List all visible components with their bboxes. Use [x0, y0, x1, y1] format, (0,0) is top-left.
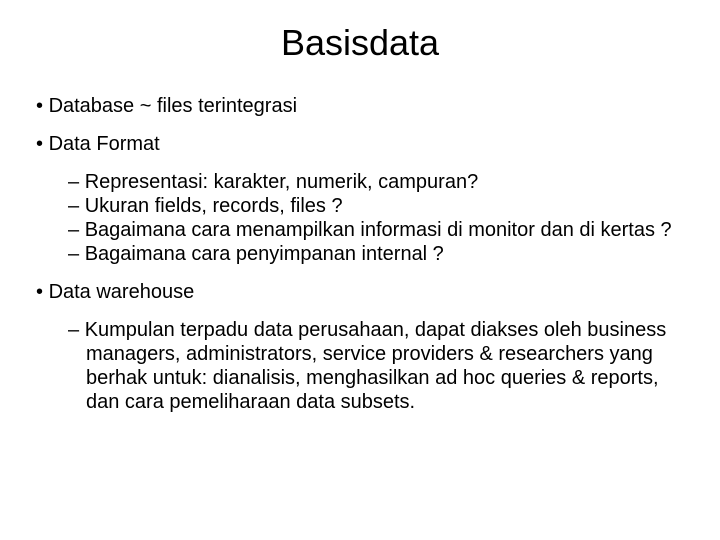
bullet-level-2: Bagaimana cara penyimpanan internal ? — [68, 242, 684, 266]
bullet-level-2: Kumpulan terpadu data perusahaan, dapat … — [68, 318, 684, 414]
bullet-level-1: Data warehouse — [36, 280, 684, 304]
slide-body: Database ~ files terintegrasi Data Format… — [0, 94, 720, 414]
bullet-level-2: Bagaimana cara menampilkan informasi di … — [68, 218, 684, 242]
bullet-level-2: Representasi: karakter, numerik, campura… — [68, 170, 684, 194]
bullet-level-1: Database ~ files terintegrasi — [36, 94, 684, 118]
bullet-level-1: Data Format — [36, 132, 684, 156]
slide-title: Basisdata — [0, 0, 720, 94]
bullet-level-2: Ukuran fields, records, files ? — [68, 194, 684, 218]
bullet-text: Kumpulan terpadu data perusahaan, dapat … — [85, 319, 667, 413]
bullet-text: Data warehouse — [49, 281, 195, 303]
bullet-text: Bagaimana cara penyimpanan internal ? — [85, 243, 444, 265]
bullet-text: Bagaimana cara menampilkan informasi di … — [85, 219, 672, 241]
bullet-text: Ukuran fields, records, files ? — [85, 195, 343, 217]
slide: Basisdata Database ~ files terintegrasiD… — [0, 0, 720, 540]
bullet-text: Representasi: karakter, numerik, campura… — [85, 171, 479, 193]
bullet-text: Data Format — [49, 133, 160, 155]
bullet-text: Database ~ files terintegrasi — [49, 95, 297, 117]
